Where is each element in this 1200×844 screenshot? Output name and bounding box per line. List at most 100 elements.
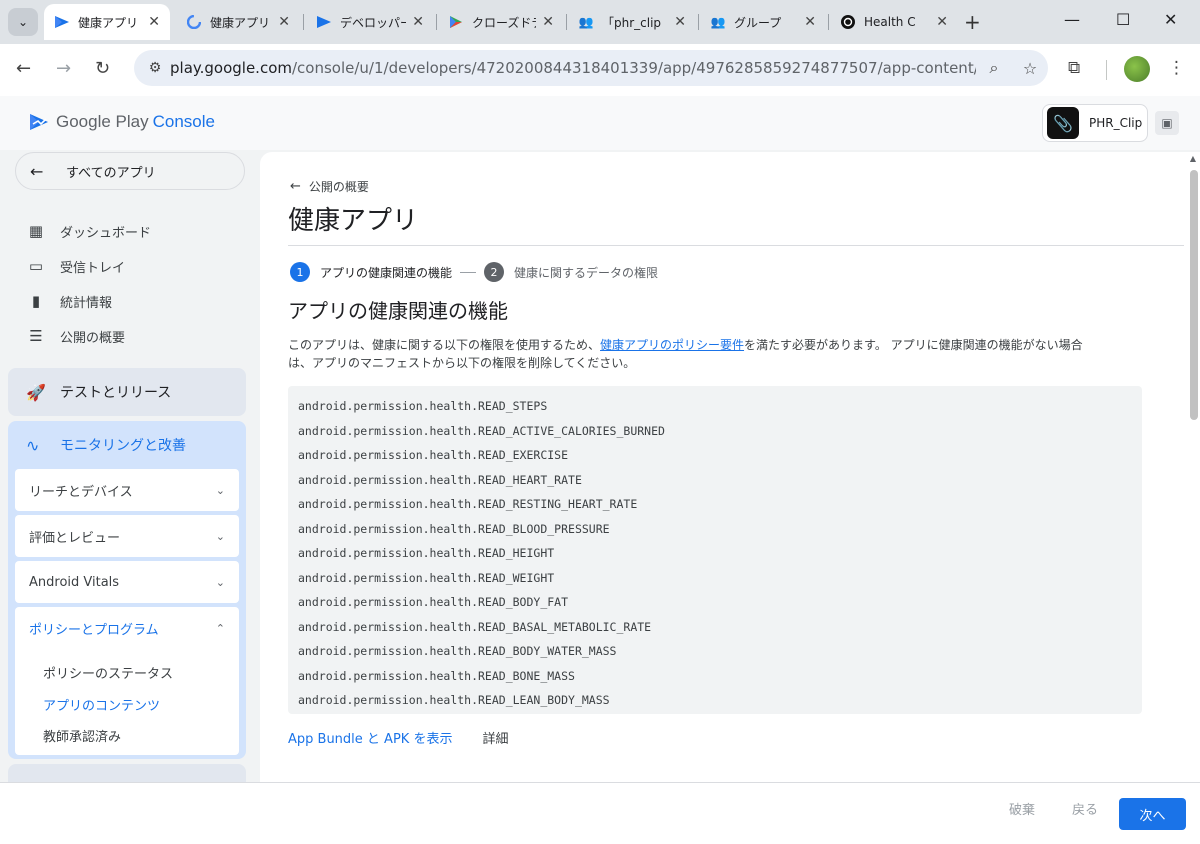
pulse-icon: ∿ bbox=[26, 435, 40, 455]
close-icon[interactable]: ✕ bbox=[936, 14, 948, 30]
browser-tab-2[interactable]: 健康アプリ ✕ bbox=[176, 4, 300, 40]
sidebar-group-test-release[interactable]: 🚀 テストとリリース bbox=[8, 368, 246, 416]
sidebar-sub-ratings-reviews[interactable]: 評価とレビュー ⌄ bbox=[15, 515, 239, 557]
dashboard-icon: ▦ bbox=[28, 222, 44, 240]
section-title: アプリの健康関連の機能 bbox=[288, 301, 508, 323]
sidebar-sub-android-vitals[interactable]: Android Vitals ⌄ bbox=[15, 561, 239, 603]
browser-tab-4[interactable]: クローズドテ ✕ bbox=[438, 4, 564, 40]
back-to-publishing-overview[interactable]: ← 公開の概要 bbox=[290, 178, 369, 195]
section-description: このアプリは、健康に関する以下の権限を使用するため、健康アプリのポリシー要件を満… bbox=[288, 336, 1088, 372]
permission-item: android.permission.health.READ_BASAL_MET… bbox=[298, 619, 652, 634]
sidebar-item-label: 統計情報 bbox=[60, 295, 113, 311]
back-link-label: 公開の概要 bbox=[308, 180, 369, 194]
sidebar-item-label: 受信トレイ bbox=[60, 260, 126, 276]
more-menu-icon[interactable]: ⋮ bbox=[1168, 58, 1185, 78]
tab-title: クローズドテ bbox=[472, 15, 537, 30]
browser-tab-5[interactable]: 👥 「phr_clip ✕ bbox=[568, 4, 696, 40]
tab-separator bbox=[698, 14, 699, 30]
rocket-icon: 🚀 bbox=[26, 382, 46, 402]
app-bag-icon[interactable]: ▣ bbox=[1155, 111, 1179, 135]
scroll-up-icon[interactable]: ▲ bbox=[1188, 154, 1198, 163]
reload-button[interactable]: ↻ bbox=[95, 58, 110, 79]
sidebar-item-stats[interactable]: ▮ 統計情報 bbox=[26, 287, 112, 315]
play-console-logo[interactable]: Google Play Console bbox=[28, 112, 215, 132]
sidebar-link-teacher-approved[interactable]: 教師承認済み bbox=[43, 726, 121, 745]
minimize-icon: — bbox=[1064, 10, 1080, 29]
close-icon[interactable]: ✕ bbox=[278, 14, 290, 30]
sidebar-group-monitoring-header[interactable]: ∿ モニタリングと改善 bbox=[8, 421, 246, 469]
health-policy-link[interactable]: 健康アプリのポリシー要件 bbox=[600, 338, 744, 352]
browser-tab-3[interactable]: デベロッパー ✕ bbox=[306, 4, 434, 40]
new-tab-button[interactable]: + bbox=[964, 10, 981, 34]
divider bbox=[288, 245, 1184, 246]
group-icon: 👥 bbox=[710, 15, 726, 29]
browser-tab-6[interactable]: 👥 グループ ✕ bbox=[700, 4, 826, 40]
footer-action-bar: 破棄 戻る 次へ bbox=[0, 782, 1200, 844]
close-icon[interactable]: ✕ bbox=[804, 14, 816, 30]
tab-title: グループ bbox=[734, 15, 782, 30]
desc-text: このアプリは、健康に関する以下の権限を使用するため、 bbox=[288, 338, 601, 352]
extensions-icon[interactable]: ⧉ bbox=[1068, 58, 1080, 78]
all-apps-label: すべてのアプリ bbox=[66, 165, 156, 181]
sidebar-sub-label: 評価とレビュー bbox=[29, 530, 121, 546]
tab-title: Health C bbox=[864, 15, 916, 29]
play-console-icon bbox=[30, 114, 48, 130]
back-step-button[interactable]: 戻る bbox=[1072, 799, 1098, 818]
next-button[interactable]: 次へ bbox=[1119, 798, 1186, 830]
close-icon[interactable]: ✕ bbox=[148, 14, 160, 30]
site-info-icon[interactable]: ⚙ bbox=[140, 60, 170, 76]
scrollbar[interactable]: ▲ bbox=[1188, 154, 1198, 844]
maximize-button[interactable]: ☐ bbox=[1116, 10, 1130, 29]
permission-item: android.permission.health.READ_BODY_WATE… bbox=[298, 644, 617, 658]
permission-item: android.permission.health.READ_BONE_MASS bbox=[298, 668, 575, 683]
back-button[interactable]: ← bbox=[16, 58, 31, 79]
url-text[interactable]: play.google.com/console/u/1/developers/4… bbox=[170, 59, 976, 77]
close-window-button[interactable]: ✕ bbox=[1164, 10, 1177, 29]
sidebar-link-policy-status[interactable]: ポリシーのステータス bbox=[43, 663, 173, 682]
avatar[interactable] bbox=[1124, 56, 1150, 82]
step-2-label[interactable]: 健康に関するデータの権限 bbox=[514, 264, 658, 281]
toolbar-divider bbox=[1106, 60, 1107, 80]
inbox-icon: ▭ bbox=[28, 257, 44, 275]
close-icon[interactable]: ✕ bbox=[412, 14, 424, 30]
chevron-down-icon: ⌄ bbox=[215, 529, 225, 543]
address-bar[interactable]: ⚙ play.google.com/console/u/1/developers… bbox=[134, 50, 1048, 86]
sidebar-sub-policy-programs[interactable]: ポリシーとプログラム ⌃ bbox=[15, 607, 239, 649]
discard-button[interactable]: 破棄 bbox=[1009, 799, 1035, 818]
forward-button[interactable]: → bbox=[56, 58, 71, 79]
sidebar-item-label: ダッシュボード bbox=[60, 225, 152, 241]
sidebar-sub-reach-devices[interactable]: リーチとデバイス ⌄ bbox=[15, 469, 239, 511]
permission-item: android.permission.health.READ_HEIGHT bbox=[298, 546, 555, 560]
chevron-down-icon: ⌄ bbox=[215, 483, 225, 497]
scrollbar-thumb[interactable] bbox=[1190, 170, 1198, 420]
chevron-down-icon: ⌄ bbox=[17, 15, 29, 29]
close-icon[interactable]: ✕ bbox=[674, 14, 686, 30]
tab-separator bbox=[828, 14, 829, 30]
app-selector[interactable]: 📎 PHR_Clip bbox=[1042, 104, 1148, 142]
minimize-button[interactable]: — bbox=[1064, 10, 1080, 29]
view-app-bundle-link[interactable]: App Bundle と APK を表示 bbox=[288, 728, 452, 747]
sidebar-item-dashboard[interactable]: ▦ ダッシュボード bbox=[26, 217, 151, 245]
publishing-overview-icon: ☰ bbox=[29, 327, 43, 345]
sidebar-link-app-content[interactable]: アプリのコンテンツ bbox=[43, 695, 160, 714]
tab-title: 健康アプリ bbox=[78, 15, 139, 30]
step-2-number: 2 bbox=[484, 262, 505, 282]
browser-tab-1[interactable]: 健康アプリ ✕ bbox=[44, 4, 170, 40]
bookmark-star-icon[interactable]: ☆ bbox=[1012, 59, 1048, 78]
logo-accent: Console bbox=[152, 112, 215, 131]
step-1-label[interactable]: アプリの健康関連の機能 bbox=[320, 264, 452, 281]
browser-tab-7[interactable]: Health C ✕ bbox=[830, 4, 958, 40]
play-console-app: Google Play Console 📎 PHR_Clip ▣ ← すべてのア… bbox=[0, 96, 1200, 844]
sidebar-item-publishing-overview[interactable]: ☰ 公開の概要 bbox=[26, 322, 125, 350]
zoom-icon[interactable]: ⌕ bbox=[976, 58, 1012, 78]
details-link[interactable]: 詳細 bbox=[482, 728, 508, 747]
browser-toolbar: ← → ↻ ⚙ play.google.com/console/u/1/deve… bbox=[0, 44, 1200, 96]
tab-search-button[interactable]: ⌄ bbox=[8, 8, 38, 36]
permission-links: App Bundle と APK を表示 詳細 bbox=[288, 728, 508, 747]
sidebar-sub-label: Android Vitals bbox=[29, 574, 120, 590]
all-apps-button[interactable]: ← すべてのアプリ bbox=[15, 152, 245, 190]
url-host: play.google.com bbox=[170, 59, 292, 77]
sidebar-item-inbox[interactable]: ▭ 受信トレイ bbox=[26, 252, 125, 280]
arrow-left-icon: ← bbox=[290, 179, 301, 194]
close-icon[interactable]: ✕ bbox=[542, 14, 554, 30]
